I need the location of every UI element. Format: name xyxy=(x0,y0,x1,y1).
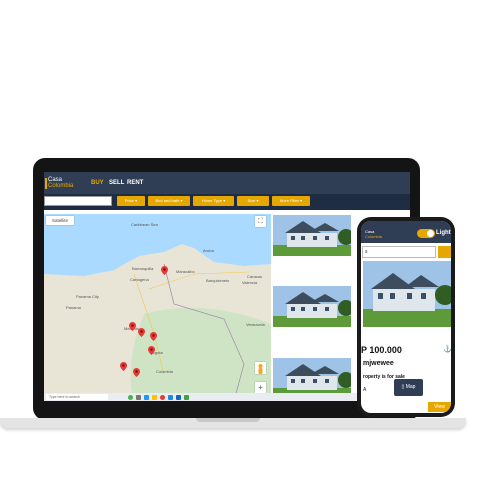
taskbar-app-icon[interactable] xyxy=(168,394,173,400)
taskbar-app-icon[interactable] xyxy=(184,394,189,400)
map-icon: ▯ xyxy=(401,384,405,390)
listing-photo[interactable] xyxy=(273,286,351,327)
map-label: Valencia xyxy=(242,280,258,285)
map-label: Caracas xyxy=(247,274,262,279)
pegman-shape xyxy=(258,364,263,374)
map-pin-icon[interactable] xyxy=(138,328,145,337)
pin-dot xyxy=(131,324,134,327)
phone-screen: Casa Colombia Light s P 100.000 ⚓ mjwewe… xyxy=(361,221,451,413)
map-label: Barquisimeto xyxy=(206,278,230,283)
taskbar-app-icon[interactable] xyxy=(144,394,149,400)
phone-search-input[interactable]: s xyxy=(362,246,436,258)
phone-listing-photo[interactable] xyxy=(363,261,451,327)
nav-buy[interactable]: BUY xyxy=(91,180,104,187)
filter-label: Price xyxy=(124,198,134,203)
satellite-toggle[interactable]: Satellite xyxy=(46,216,74,225)
toggle-knob xyxy=(427,230,434,237)
search-input[interactable] xyxy=(44,196,112,206)
filter-bed-bath-button[interactable]: Bed and bath ▾ xyxy=(148,196,190,206)
filter-price-button[interactable]: Price ▾ xyxy=(117,196,145,206)
filter-more-button[interactable]: More Filter ▾ xyxy=(272,196,310,206)
pin-dot xyxy=(152,334,155,337)
map-label: Maracaibo xyxy=(176,269,195,274)
taskbar-search[interactable]: Type here to search xyxy=(46,394,108,400)
map-pin-icon[interactable] xyxy=(120,362,127,371)
map-label: Panama City xyxy=(76,294,99,299)
app-logo[interactable]: Casa Colombia xyxy=(45,177,84,190)
logo-accent xyxy=(45,178,47,189)
top-nav-bar: Casa Colombia BUY SELL RENT xyxy=(44,172,410,194)
filter-label: Bed and bath xyxy=(155,198,180,203)
fullscreen-icon[interactable]: ⛶ xyxy=(255,216,266,227)
browser-icon[interactable] xyxy=(160,394,165,400)
pin-dot xyxy=(163,268,166,271)
listing-code: A xyxy=(363,387,367,393)
nav-rent[interactable]: RENT xyxy=(127,180,143,187)
nav-sell[interactable]: SELL xyxy=(109,180,124,187)
map-label: Caribbean Sea xyxy=(131,222,158,227)
map-label: Panama xyxy=(66,305,81,310)
listing-photo[interactable] xyxy=(273,215,351,256)
phone-logo-line2: Colombia xyxy=(365,234,382,239)
theme-toggle[interactable] xyxy=(417,229,435,238)
filter-label: More Filter xyxy=(279,198,299,203)
map-label: Cartagena xyxy=(130,277,149,282)
phone-search-button[interactable] xyxy=(438,246,451,258)
map-pin-icon[interactable] xyxy=(150,332,157,341)
laptop-screen: Casa Colombia BUY SELL RENT Price ▾ Bed … xyxy=(44,172,410,401)
view-button[interactable]: View xyxy=(428,402,451,412)
zoom-in-button[interactable]: + xyxy=(255,382,266,393)
listing-title: mjwewee xyxy=(363,360,394,367)
map-view[interactable]: Satellite ⛶ Caribbean Sea Aruba Barranqu… xyxy=(44,214,271,401)
theme-label: Light xyxy=(436,230,451,236)
pin-dot xyxy=(150,348,153,351)
street-view-pegman-icon[interactable] xyxy=(255,362,266,374)
pin-dot xyxy=(122,364,125,367)
os-taskbar: Type here to search xyxy=(44,393,410,401)
map-label: Venezuela xyxy=(246,322,265,327)
laptop-notch xyxy=(196,418,260,422)
share-icon[interactable]: ⚓ xyxy=(443,345,451,353)
map-label: Aruba xyxy=(203,248,214,253)
map-pin-icon[interactable] xyxy=(148,346,155,355)
filter-label: Size xyxy=(247,198,256,203)
map-pin-icon[interactable] xyxy=(129,322,136,331)
folder-icon[interactable] xyxy=(152,394,157,400)
map-label: Colombia xyxy=(156,369,173,374)
phone-top-bar: Casa Colombia Light xyxy=(361,221,451,243)
map-label: Barranquilla xyxy=(132,266,154,271)
filter-size-button[interactable]: Size ▾ xyxy=(237,196,269,206)
filter-label: Home Type xyxy=(201,198,223,203)
map-toggle-button[interactable]: ▯ Map xyxy=(394,379,423,396)
map-button-label: Map xyxy=(405,384,416,390)
logo-text-line2: Colombia xyxy=(48,183,74,189)
map-pin-icon[interactable] xyxy=(161,266,168,275)
map-pin-icon[interactable] xyxy=(133,368,140,377)
filter-home-type-button[interactable]: Home Type ▾ xyxy=(193,196,234,206)
pin-dot xyxy=(140,330,143,333)
taskbar-app-icon[interactable] xyxy=(128,394,133,400)
listing-column xyxy=(271,214,357,401)
phone-logo[interactable]: Casa Colombia xyxy=(365,229,382,239)
pin-dot xyxy=(135,370,138,373)
taskbar-app-icon[interactable] xyxy=(136,394,141,400)
taskbar-app-icon[interactable] xyxy=(176,394,181,400)
listing-price: P 100.000 xyxy=(361,345,402,355)
